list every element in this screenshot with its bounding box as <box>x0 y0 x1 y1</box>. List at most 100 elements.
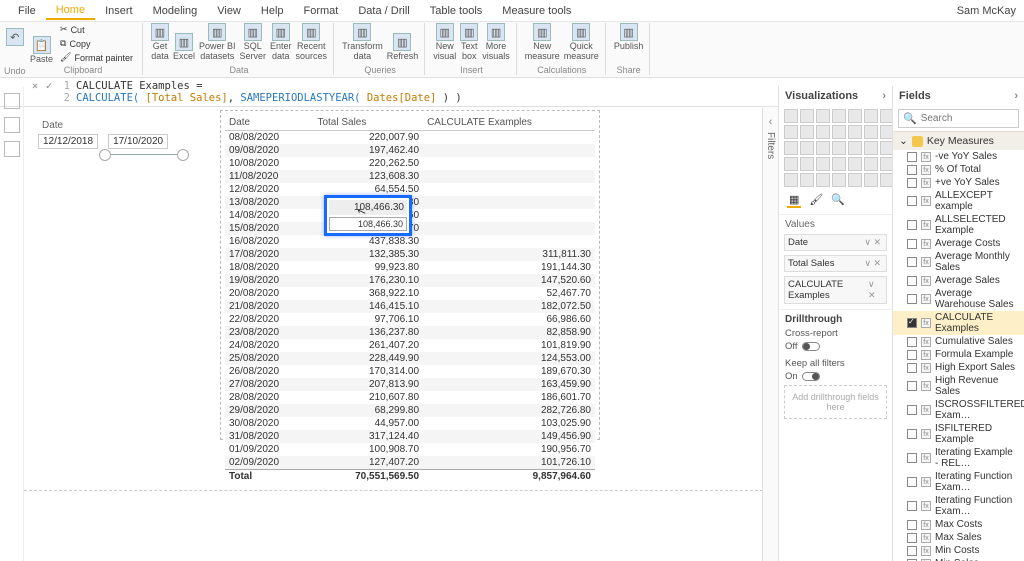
format-painter-button[interactable]: 🖌Format painter <box>57 51 136 64</box>
viz-type-5[interactable] <box>864 109 878 123</box>
field-formula-example[interactable]: fxFormula Example <box>893 348 1024 361</box>
ribbon-enter-data[interactable]: ▥Enter data <box>270 23 292 61</box>
checkbox-icon[interactable] <box>907 276 917 286</box>
checkbox-icon[interactable] <box>907 405 917 415</box>
viz-type-24[interactable] <box>832 157 846 171</box>
viz-type-32[interactable] <box>848 173 862 187</box>
table-row[interactable]: 28/08/2020210,607.80186,601.70 <box>225 391 595 404</box>
cross-report-toggle[interactable] <box>802 342 820 351</box>
menu-measuretools[interactable]: Measure tools <box>492 2 581 20</box>
paste-button[interactable]: 📋Paste <box>30 36 53 64</box>
field-allexcept-example[interactable]: fxALLEXCEPT example <box>893 189 1024 213</box>
checkbox-icon[interactable] <box>907 294 917 304</box>
keep-filters-toggle[interactable] <box>802 372 820 381</box>
menu-tabletools[interactable]: Table tools <box>420 2 493 20</box>
viz-type-0[interactable] <box>784 109 798 123</box>
slicer-slider[interactable] <box>104 154 184 155</box>
table-row[interactable]: 02/09/2020127,407.20101,726.10 <box>225 456 595 470</box>
col-calc-examples[interactable]: CALCULATE Examples <box>423 115 595 131</box>
menu-home[interactable]: Home <box>46 1 95 20</box>
table-row[interactable]: 09/08/2020197,462.40 <box>225 144 595 157</box>
viz-type-19[interactable] <box>864 141 878 155</box>
viz-type-12[interactable] <box>864 125 878 139</box>
report-canvas[interactable]: Date 12/12/2018 17/10/2020 Date Total Sa… <box>24 108 778 561</box>
well-dropdown-icon[interactable]: ∨ ✕ <box>862 258 883 269</box>
table-visual[interactable]: Date Total Sales CALCULATE Examples 08/0… <box>220 110 600 440</box>
viz-type-26[interactable] <box>864 157 878 171</box>
ribbon-refresh[interactable]: ▥Refresh <box>387 33 419 61</box>
filters-pane-collapsed[interactable]: ‹ Filters <box>762 108 778 561</box>
fields-search[interactable]: 🔍 <box>898 109 1019 128</box>
search-input[interactable] <box>921 113 1014 124</box>
table-row[interactable]: 20/08/2020368,922.1052,467.70 <box>225 287 595 300</box>
table-row[interactable]: 17/08/2020132,385.30311,811.30 <box>225 248 595 261</box>
well-dropdown-icon[interactable]: ∨ ✕ <box>866 279 883 301</box>
ribbon-sql-server[interactable]: ▥SQL Server <box>240 23 267 61</box>
menu-insert[interactable]: Insert <box>95 2 143 20</box>
report-view-icon[interactable] <box>4 93 20 109</box>
cut-button[interactable]: ✂Cut <box>57 23 136 36</box>
field-calculate-examples[interactable]: fxCALCULATE Examples <box>893 311 1024 335</box>
well-dropdown-icon[interactable]: ∨ ✕ <box>862 237 883 248</box>
checkbox-icon[interactable] <box>907 477 917 487</box>
table-row[interactable]: 16/08/2020437,838.30 <box>225 235 595 248</box>
collapse-fields-icon[interactable]: › <box>1014 90 1018 102</box>
formula-commit[interactable]: ✓ <box>42 80 56 92</box>
table-row[interactable]: 10/08/2020220,262.50 <box>225 157 595 170</box>
checkbox-icon[interactable] <box>907 363 917 373</box>
table-row[interactable]: 24/08/2020261,407.20101,819.90 <box>225 339 595 352</box>
viz-type-29[interactable] <box>800 173 814 187</box>
checkbox-icon[interactable] <box>907 350 917 360</box>
slicer-from[interactable]: 12/12/2018 <box>38 134 98 149</box>
format-tab-icon[interactable]: 🖌 <box>809 193 823 208</box>
ribbon-publish[interactable]: ▥Publish <box>614 23 644 51</box>
well-calc-examples[interactable]: CALCULATE Examples∨ ✕ <box>784 276 887 304</box>
viz-type-17[interactable] <box>832 141 846 155</box>
menu-help[interactable]: Help <box>251 2 294 20</box>
viz-type-33[interactable] <box>864 173 878 187</box>
table-row[interactable]: 31/08/2020317,124.40149,456.90 <box>225 430 595 443</box>
checkbox-icon[interactable] <box>907 337 917 347</box>
viz-type-31[interactable] <box>832 173 846 187</box>
menu-modeling[interactable]: Modeling <box>143 2 208 20</box>
field-min-costs[interactable]: fxMin Costs <box>893 544 1024 557</box>
checkbox-icon[interactable] <box>907 196 917 206</box>
viz-type-10[interactable] <box>832 125 846 139</box>
field-average-warehouse-sales[interactable]: fxAverage Warehouse Sales <box>893 287 1024 311</box>
viz-type-28[interactable] <box>784 173 798 187</box>
table-row[interactable]: 11/08/2020123,608.30 <box>225 170 595 183</box>
field-average-monthly-sales[interactable]: fxAverage Monthly Sales <box>893 250 1024 274</box>
field--ve-yoy-sales[interactable]: fx+ve YoY Sales <box>893 176 1024 189</box>
table-row[interactable]: 22/08/202097,706.1066,986.60 <box>225 313 595 326</box>
checkbox-icon[interactable] <box>907 501 917 511</box>
table-row[interactable]: 30/08/202044,957.00103,025.90 <box>225 417 595 430</box>
checkbox-icon[interactable] <box>907 165 917 175</box>
checkbox-icon[interactable] <box>907 220 917 230</box>
viz-type-21[interactable] <box>784 157 798 171</box>
field-average-costs[interactable]: fxAverage Costs <box>893 237 1024 250</box>
undo-button[interactable]: ↶ <box>6 28 24 46</box>
table-row[interactable]: 18/08/202099,923.80191,144.30 <box>225 261 595 274</box>
menu-file[interactable]: File <box>8 2 46 20</box>
field-iterating-example-rel-[interactable]: fxIterating Example - REL… <box>893 446 1024 470</box>
field-average-sales[interactable]: fxAverage Sales <box>893 274 1024 287</box>
viz-type-30[interactable] <box>816 173 830 187</box>
field-isfiltered-example[interactable]: fxISFILTERED Example <box>893 422 1024 446</box>
field-max-costs[interactable]: fxMax Costs <box>893 518 1024 531</box>
ribbon-text-box[interactable]: ▥Text box <box>460 23 478 61</box>
menu-format[interactable]: Format <box>294 2 349 20</box>
field-max-sales[interactable]: fxMax Sales <box>893 531 1024 544</box>
data-view-icon[interactable] <box>4 117 20 133</box>
viz-type-22[interactable] <box>800 157 814 171</box>
viz-type-9[interactable] <box>816 125 830 139</box>
table-row[interactable]: 08/08/2020220,007.90 <box>225 131 595 145</box>
field-iterating-function-exam-[interactable]: fxIterating Function Exam… <box>893 470 1024 494</box>
field-iterating-function-exam-[interactable]: fxIterating Function Exam… <box>893 494 1024 518</box>
ribbon-get-data[interactable]: ▥Get data <box>151 23 169 61</box>
checkbox-icon[interactable] <box>907 152 917 162</box>
slicer-to[interactable]: 17/10/2020 <box>108 134 168 149</box>
drillthrough-drop[interactable]: Add drillthrough fields here <box>784 385 887 419</box>
checkbox-icon[interactable] <box>907 546 917 556</box>
field-allselected-example[interactable]: fxALLSELECTED Example <box>893 213 1024 237</box>
copy-button[interactable]: ⧉Copy <box>57 37 136 50</box>
